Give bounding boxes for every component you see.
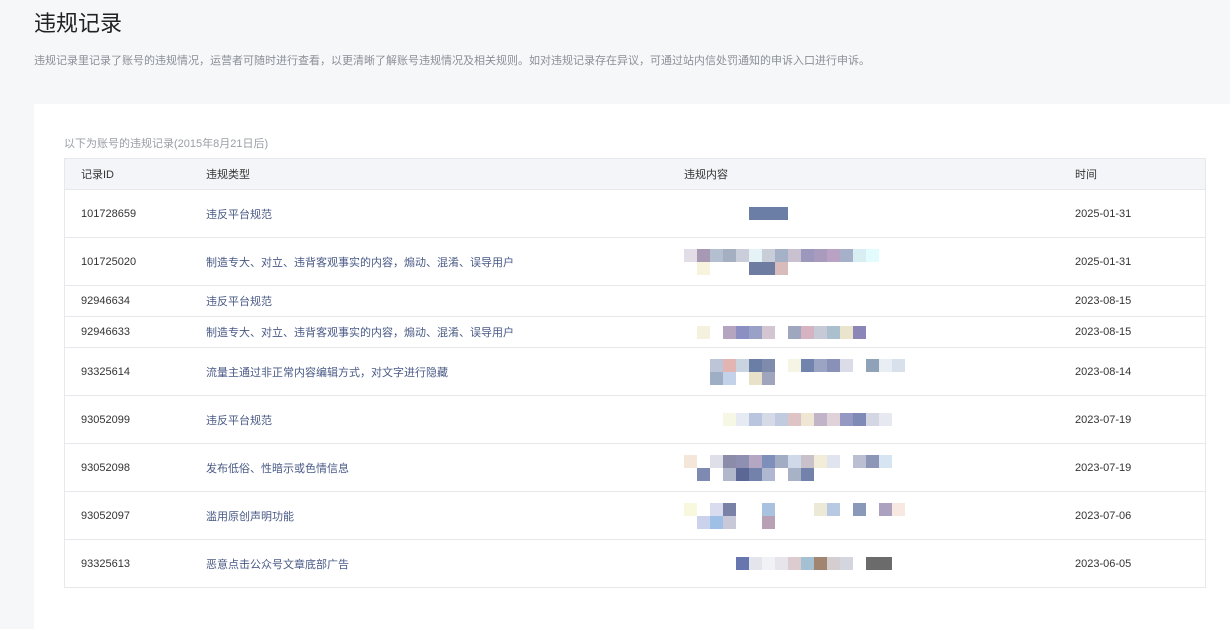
column-header-content: 违规内容 (684, 169, 728, 181)
violation-content-redacted (668, 443, 1059, 492)
table-row: 92946633 制造专大、对立、违背客观事实的内容，煽动、混淆、误导用户 2023… (64, 316, 1206, 348)
violation-content-redacted (668, 189, 1059, 238)
violation-type: 发布低俗、性暗示或色情信息 (190, 443, 668, 492)
violation-records-table: 记录ID 违规类型 违规内容 时间 101728659 违反平台规范 2025-01… (64, 158, 1206, 588)
table-header-row: 记录ID 违规类型 违规内容 时间 (64, 158, 1206, 190)
violation-records-page: 违规记录 违规记录里记录了账号的违规情况，运营者可随时进行查看，以更清晰了解账号… (0, 0, 1230, 629)
table-row: 101725020 制造专大、对立、违背客观事实的内容，煽动、混淆、误导用户 202… (64, 237, 1206, 286)
record-id: 92946634 (64, 285, 190, 317)
violation-content-redacted (668, 347, 1059, 396)
violation-time: 2023-08-15 (1059, 316, 1206, 348)
redaction-mosaic (684, 248, 916, 275)
violation-content-redacted (668, 316, 1059, 348)
record-id: 93052097 (64, 491, 190, 540)
record-id: 92946633 (64, 316, 190, 348)
violation-time: 2025-01-31 (1059, 237, 1206, 286)
record-id: 93052098 (64, 443, 190, 492)
column-header-time: 时间 (1075, 169, 1097, 181)
record-id: 93325613 (64, 539, 190, 588)
record-id: 101728659 (64, 189, 190, 238)
redaction-mosaic (684, 358, 916, 385)
table-row: 101728659 违反平台规范 2025-01-31 (64, 189, 1206, 238)
record-id: 93052099 (64, 395, 190, 444)
violation-time: 2023-08-15 (1059, 285, 1206, 317)
redaction-mosaic (684, 454, 916, 481)
redaction-mosaic (684, 502, 916, 529)
violation-content-redacted (668, 237, 1059, 286)
page-title: 违规记录 (34, 11, 123, 36)
table-row: 92946634 违反平台规范 2023-08-15 (64, 285, 1206, 317)
violation-type: 违反平台规范 (190, 285, 668, 317)
record-id: 93325614 (64, 347, 190, 396)
records-card: 以下为账号的违规记录(2015年8月21日后) 记录ID 违规类型 违规内容 时… (34, 104, 1230, 629)
redaction-mosaic (684, 413, 916, 426)
table-row: 93052098 发布低俗、性暗示或色情信息 2023-07-19 (64, 443, 1206, 492)
violation-type: 流量主通过非正常内容编辑方式，对文字进行隐藏 (190, 347, 668, 396)
table-caption: 以下为账号的违规记录(2015年8月21日后) (64, 138, 269, 150)
violation-time: 2023-08-14 (1059, 347, 1206, 396)
violation-time: 2023-07-19 (1059, 395, 1206, 444)
violation-time: 2023-07-06 (1059, 491, 1206, 540)
violation-content-redacted (668, 539, 1059, 588)
violation-content-redacted (668, 395, 1059, 444)
violation-type: 滥用原创声明功能 (190, 491, 668, 540)
violation-time: 2023-07-19 (1059, 443, 1206, 492)
redaction-mosaic (684, 207, 916, 220)
violation-type: 违反平台规范 (190, 189, 668, 238)
violation-content-redacted (668, 285, 1059, 317)
violation-content-redacted (668, 491, 1059, 540)
table-body: 101728659 违反平台规范 2025-01-31 101725020 制造专大、对… (64, 189, 1206, 588)
redaction-mosaic (684, 557, 916, 570)
redaction-mosaic (684, 325, 916, 339)
violation-time: 2023-06-05 (1059, 539, 1206, 588)
table-row: 93052097 滥用原创声明功能 2023-07-06 (64, 491, 1206, 540)
violation-type: 制造专大、对立、违背客观事实的内容，煽动、混淆、误导用户 (190, 237, 668, 286)
page-description: 违规记录里记录了账号的违规情况，运营者可随时进行查看，以更清晰了解账号违规情况及… (34, 55, 870, 67)
violation-type: 恶意点击公众号文章底部广告 (190, 539, 668, 588)
column-header-type: 违规类型 (206, 169, 250, 181)
violation-type: 违反平台规范 (190, 395, 668, 444)
violation-type: 制造专大、对立、违背客观事实的内容，煽动、混淆、误导用户 (190, 316, 668, 348)
column-header-id: 记录ID (81, 169, 114, 181)
record-id: 101725020 (64, 237, 190, 286)
table-row: 93325613 恶意点击公众号文章底部广告 2023-06-05 (64, 539, 1206, 588)
table-row: 93325614 流量主通过非正常内容编辑方式，对文字进行隐藏 2023-08-14 (64, 347, 1206, 396)
table-row: 93052099 违反平台规范 2023-07-19 (64, 395, 1206, 444)
violation-time: 2025-01-31 (1059, 189, 1206, 238)
